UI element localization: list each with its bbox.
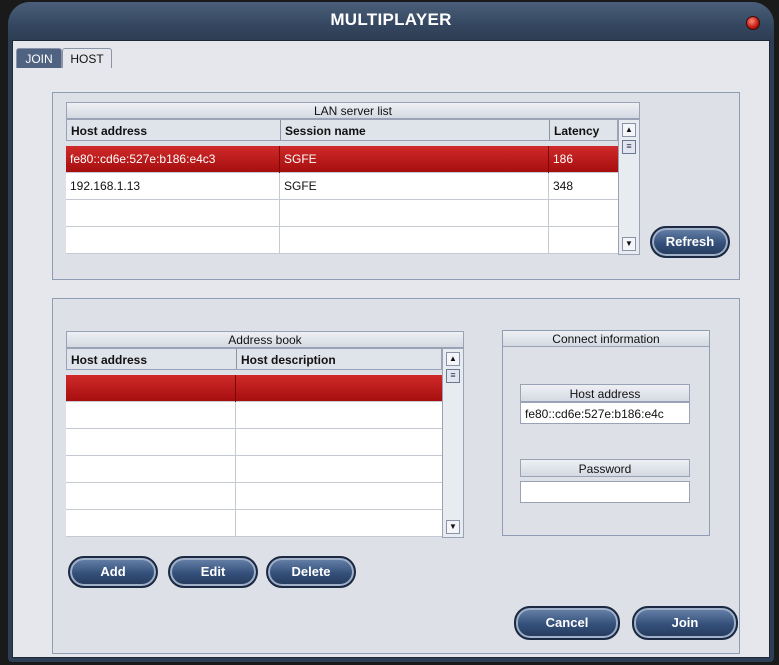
close-icon[interactable] bbox=[746, 16, 760, 30]
table-row[interactable] bbox=[66, 402, 442, 429]
lan-list-header: Host address Session name Latency bbox=[66, 119, 618, 141]
table-row[interactable]: 192.168.1.13 SGFE 348 bbox=[66, 173, 618, 200]
host-description-cell bbox=[236, 510, 442, 537]
host-address-cell bbox=[66, 227, 280, 254]
column-header-latency[interactable]: Latency bbox=[550, 120, 617, 140]
session-name-cell bbox=[280, 200, 549, 227]
latency-cell bbox=[549, 200, 618, 227]
host-description-cell bbox=[236, 402, 442, 429]
cancel-button[interactable]: Cancel bbox=[514, 606, 620, 640]
table-row[interactable] bbox=[66, 200, 618, 227]
session-name-cell bbox=[280, 227, 549, 254]
connect-info-box bbox=[502, 330, 710, 536]
column-header-host-address[interactable]: Host address bbox=[67, 120, 281, 140]
host-address-cell bbox=[66, 200, 280, 227]
latency-cell: 186 bbox=[553, 152, 574, 166]
scroll-up-icon[interactable]: ▲ bbox=[446, 352, 460, 366]
host-description-cell bbox=[236, 456, 442, 483]
host-description-cell bbox=[236, 375, 442, 402]
window-title: MULTIPLAYER bbox=[330, 10, 452, 29]
table-row[interactable] bbox=[66, 510, 442, 537]
password-field[interactable] bbox=[520, 481, 690, 503]
table-row[interactable] bbox=[66, 375, 442, 402]
scroll-down-icon[interactable]: ▼ bbox=[622, 237, 636, 251]
host-address-cell bbox=[66, 375, 236, 402]
table-row[interactable] bbox=[66, 429, 442, 456]
address-book-list[interactable] bbox=[66, 375, 442, 537]
session-name-cell: SGFE bbox=[280, 173, 549, 200]
host-address-cell: fe80::cd6e:527e:b186:e4c3 bbox=[66, 146, 280, 173]
latency-cell bbox=[549, 227, 618, 254]
host-address-cell bbox=[66, 510, 236, 537]
host-address-cell bbox=[66, 402, 236, 429]
host-description-cell bbox=[236, 429, 442, 456]
column-header-host-description[interactable]: Host description bbox=[237, 349, 441, 369]
delete-button[interactable]: Delete bbox=[266, 556, 356, 588]
table-row[interactable] bbox=[66, 227, 618, 254]
scroll-thumb[interactable]: ≡ bbox=[446, 369, 460, 383]
edit-button[interactable]: Edit bbox=[168, 556, 258, 588]
scroll-up-icon[interactable]: ▲ bbox=[622, 123, 636, 137]
address-book-header: Host address Host description bbox=[66, 348, 442, 370]
column-header-session-name[interactable]: Session name bbox=[281, 120, 550, 140]
lan-list-scrollbar[interactable]: ▲ ≡ ▼ bbox=[618, 119, 640, 255]
column-header-host-address[interactable]: Host address bbox=[67, 349, 237, 369]
scroll-thumb[interactable]: ≡ bbox=[622, 140, 636, 154]
address-book-scrollbar[interactable]: ▲ ≡ ▼ bbox=[442, 348, 464, 538]
host-address-field[interactable]: fe80::cd6e:527e:b186:e4c bbox=[520, 402, 690, 424]
join-button[interactable]: Join bbox=[632, 606, 738, 640]
address-book-caption: Address book bbox=[66, 331, 464, 348]
scroll-down-icon[interactable]: ▼ bbox=[446, 520, 460, 534]
lan-list-caption: LAN server list bbox=[66, 102, 640, 119]
lan-server-list[interactable]: fe80::cd6e:527e:b186:e4c3 SGFE 186192.168.… bbox=[66, 146, 618, 254]
host-address-cell bbox=[66, 483, 236, 510]
host-address-label: Host address bbox=[520, 384, 690, 402]
password-label: Password bbox=[520, 459, 690, 477]
refresh-button[interactable]: Refresh bbox=[650, 226, 730, 258]
tab-join[interactable]: JOIN bbox=[16, 48, 62, 68]
tab-host[interactable]: HOST bbox=[62, 48, 112, 68]
table-row[interactable] bbox=[66, 456, 442, 483]
table-row[interactable] bbox=[66, 483, 442, 510]
host-description-cell bbox=[236, 483, 442, 510]
host-address-cell: 192.168.1.13 bbox=[66, 173, 280, 200]
session-name-cell: SGFE bbox=[280, 146, 549, 173]
add-button[interactable]: Add bbox=[68, 556, 158, 588]
host-address-cell bbox=[66, 456, 236, 483]
title-bar[interactable]: MULTIPLAYER bbox=[8, 2, 774, 42]
table-row[interactable]: fe80::cd6e:527e:b186:e4c3 SGFE 186 bbox=[66, 146, 618, 173]
host-address-cell bbox=[66, 429, 236, 456]
latency-cell: 348 bbox=[553, 179, 574, 193]
